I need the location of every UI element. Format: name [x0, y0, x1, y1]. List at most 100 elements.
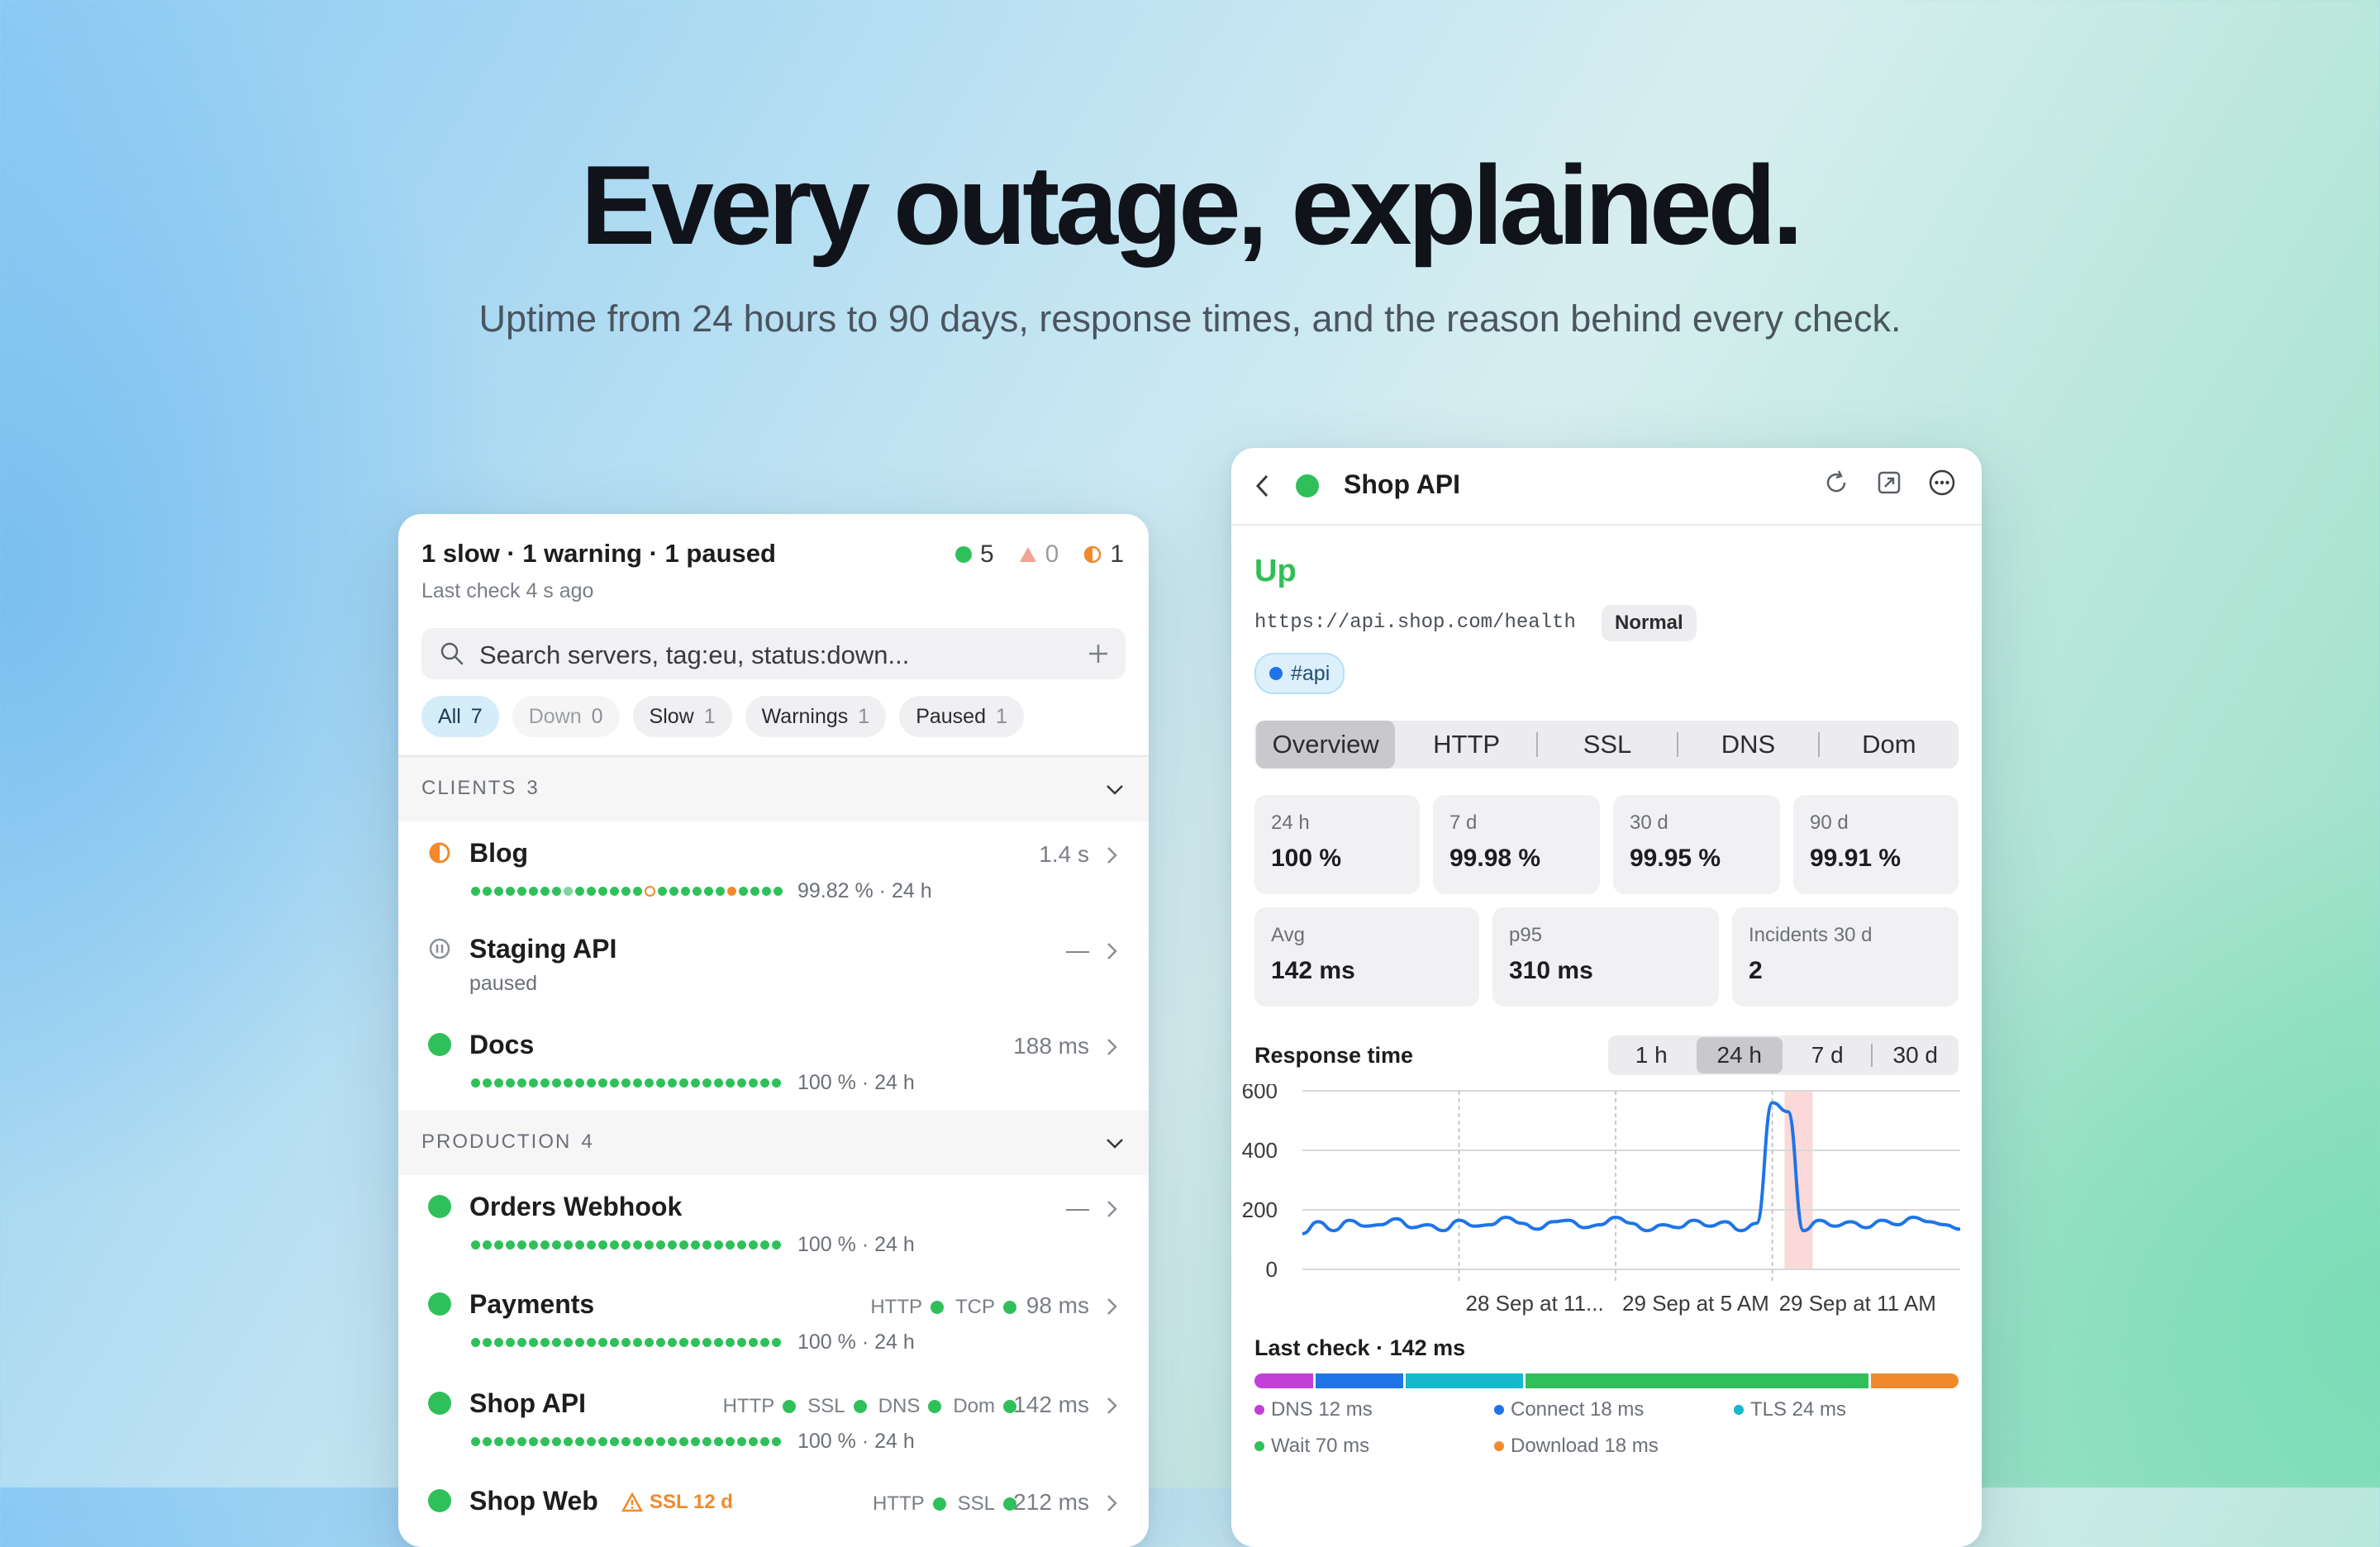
response-time: 98 ms	[1026, 1292, 1089, 1318]
range-7d[interactable]: 7 d	[1784, 1037, 1871, 1073]
uptime-history-bar	[471, 1338, 781, 1347]
server-row-staging-api[interactable]: Staging API — paused	[398, 917, 1149, 1013]
server-name: Blog	[469, 838, 529, 868]
detail-tabs: Overview HTTP SSL DNS Dom	[1254, 721, 1959, 769]
tab-dns[interactable]: DNS	[1678, 721, 1817, 769]
chevron-right-icon	[1107, 1039, 1117, 1055]
timing-legend-item: DNS 12 ms	[1254, 1398, 1373, 1421]
up-dot-icon	[954, 546, 972, 563]
chevron-right-icon	[1107, 1201, 1117, 1217]
y-tick-label: 400	[1242, 1138, 1278, 1163]
y-tick-label: 600	[1242, 1084, 1278, 1103]
range-1h[interactable]: 1 h	[1608, 1037, 1695, 1073]
search-field[interactable]: Search servers, tag:eu, status:down...	[421, 628, 1126, 679]
tab-http[interactable]: HTTP	[1397, 721, 1535, 769]
check-ok-icon	[783, 1400, 797, 1413]
timing-legend-label: Connect 18 ms	[1511, 1398, 1645, 1421]
status-counts: 5 0 1	[940, 540, 1124, 569]
back-chevron-icon[interactable]	[1251, 473, 1274, 499]
server-row-shop-api[interactable]: Shop API HTTP SSL DNS Dom 142 ms 100 % ·…	[398, 1372, 1149, 1468]
response-time: 142 ms	[1013, 1392, 1089, 1417]
timing-legend-label: Download 18 ms	[1511, 1435, 1659, 1457]
check-ok-icon	[1003, 1301, 1016, 1314]
server-name: Orders Webhook	[469, 1192, 683, 1221]
check-ok-icon	[931, 1301, 944, 1314]
range-30d[interactable]: 30 d	[1873, 1037, 1959, 1073]
filter-all[interactable]: All 7	[421, 696, 499, 737]
section-clients[interactable]: CLIENTS 3	[398, 757, 1149, 821]
response-time: 1.4 s	[1039, 841, 1089, 867]
refresh-icon[interactable]	[1821, 468, 1851, 497]
down-triangle-icon	[1019, 547, 1036, 562]
timing-segment	[1526, 1373, 1868, 1388]
timing-legend-item: Connect 18 ms	[1494, 1398, 1644, 1421]
avg-response-card: Avg 142 ms	[1254, 907, 1479, 1007]
detail-title: Shop API	[1344, 469, 1461, 499]
add-icon[interactable]	[1088, 643, 1109, 664]
check-tags: HTTP SSL DNS Dom	[723, 1395, 1016, 1418]
timing-breakdown-bar	[1254, 1373, 1959, 1388]
chevron-down-icon	[1107, 1139, 1123, 1149]
response-time-label: Response time	[1254, 1043, 1414, 1068]
server-row-payments[interactable]: Payments HTTP TCP 98 ms 100 % · 24 h	[398, 1273, 1149, 1368]
open-external-icon[interactable]	[1874, 468, 1904, 497]
p95-response-card: p95 310 ms	[1492, 907, 1719, 1007]
check-tags: HTTP SSL	[873, 1492, 1016, 1516]
search-icon	[440, 642, 464, 665]
server-name: Docs	[469, 1030, 535, 1059]
check-ok-icon	[932, 1497, 946, 1511]
server-row-blog[interactable]: Blog 1.4 s 99.82 % · 24 h	[398, 821, 1149, 917]
chevron-down-icon	[1107, 785, 1123, 795]
filter-slow[interactable]: Slow 1	[632, 696, 732, 737]
up-status-icon	[428, 1292, 451, 1316]
server-name: Payments	[469, 1289, 595, 1319]
filter-paused[interactable]: Paused 1	[899, 696, 1024, 737]
chevron-right-icon	[1107, 847, 1117, 864]
uptime-card-7d: 7 d 99.98 %	[1433, 795, 1600, 894]
legend-dot-icon	[1494, 1405, 1504, 1415]
endpoint-url: https://api.shop.com/health	[1254, 612, 1576, 634]
filter-warnings[interactable]: Warnings 1	[745, 696, 887, 737]
hero-title: Every outage, explained.	[580, 142, 1804, 268]
uptime-history-bar	[471, 1437, 781, 1446]
uptime-card-24h: 24 h 100 %	[1254, 795, 1420, 894]
timing-segment	[1870, 1373, 1959, 1388]
server-row-orders-webhook[interactable]: Orders Webhook — 100 % · 24 h	[398, 1175, 1149, 1271]
chevron-right-icon	[1107, 1298, 1117, 1315]
down-count: 0	[1019, 540, 1059, 569]
y-tick-label: 0	[1266, 1257, 1278, 1282]
tab-overview[interactable]: Overview	[1256, 721, 1396, 769]
section-production[interactable]: PRODUCTION 4	[398, 1111, 1149, 1175]
paused-status-icon	[429, 938, 450, 959]
timing-legend-label: TLS 24 ms	[1750, 1398, 1847, 1421]
status-summary: 1 slow · 1 warning · 1 paused	[421, 539, 776, 568]
server-name: Staging API	[469, 934, 617, 964]
uptime-history-bar	[471, 1078, 781, 1088]
chevron-right-icon	[1107, 1495, 1117, 1511]
tab-ssl[interactable]: SSL	[1538, 721, 1677, 769]
server-row-shop-web[interactable]: Shop Web SSL 12 d HTTP SSL 212 ms	[398, 1469, 1149, 1547]
response-time: 188 ms	[1013, 1033, 1089, 1059]
uptime-text: 100 % · 24 h	[797, 1233, 915, 1256]
uptime-text: 100 % · 24 h	[797, 1430, 915, 1453]
tag-chip[interactable]: #api	[1254, 653, 1345, 694]
range-24h[interactable]: 24 h	[1696, 1037, 1783, 1073]
legend-dot-icon	[1254, 1405, 1264, 1415]
server-row-docs[interactable]: Docs 188 ms 100 % · 24 h	[398, 1013, 1149, 1109]
uptime-history-bar	[471, 1240, 781, 1250]
response-time: 212 ms	[1013, 1489, 1089, 1515]
check-ok-icon	[928, 1400, 942, 1413]
x-tick-label: 29 Sep at 5 AM	[1622, 1291, 1769, 1316]
search-placeholder: Search servers, tag:eu, status:down...	[479, 640, 910, 669]
server-list-panel: 1 slow · 1 warning · 1 paused Last check…	[398, 514, 1149, 1547]
detail-header: Shop API	[1231, 448, 1982, 526]
filter-down[interactable]: Down 0	[512, 696, 620, 737]
more-options-icon[interactable]	[1927, 468, 1957, 497]
timing-legend-item: Download 18 ms	[1494, 1435, 1659, 1458]
filter-chips: All 7 Down 0 Slow 1 Warnings 1 Paused 1	[421, 696, 1024, 737]
chevron-right-icon	[1107, 1397, 1117, 1414]
response-time-line	[1302, 1101, 1961, 1235]
slow-count: 1	[1083, 540, 1124, 569]
tab-domain[interactable]: Dom	[1820, 721, 1959, 769]
legend-dot-icon	[1734, 1405, 1744, 1415]
